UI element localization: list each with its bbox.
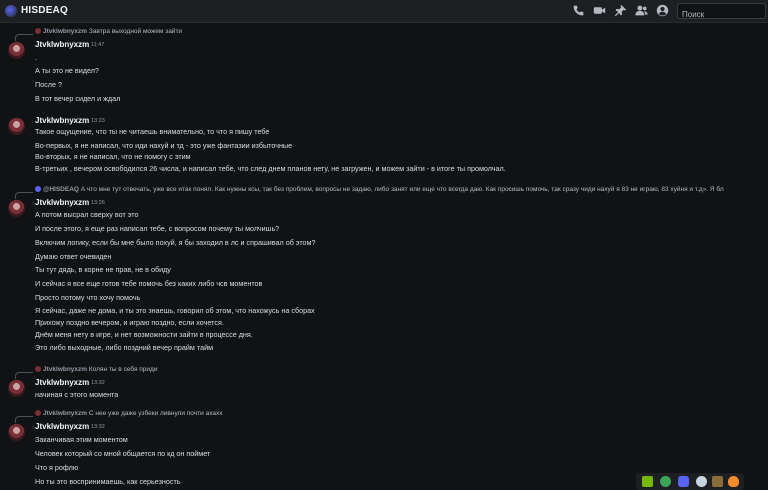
message-text: Включим логику, если бы мне было похуй, … bbox=[35, 238, 316, 247]
message-timestamp: 13:23 bbox=[91, 118, 105, 124]
channel-name: HISDEAQ bbox=[21, 5, 68, 16]
reply-preview[interactable]: Jtvklwbnyxzm С нее уже даже узбеки ливну… bbox=[35, 410, 223, 417]
message-author[interactable]: Jtvklwbnyxzm bbox=[35, 40, 89, 49]
message-text: Что я рофлю bbox=[35, 463, 79, 472]
taskbar-tray bbox=[636, 473, 744, 490]
fire-icon[interactable] bbox=[728, 476, 739, 487]
message-text: После ? bbox=[35, 80, 62, 89]
steam-icon[interactable] bbox=[696, 476, 707, 487]
search-input[interactable] bbox=[678, 7, 766, 22]
video-icon[interactable] bbox=[593, 4, 606, 17]
message-text: начиная с этого момента bbox=[35, 390, 119, 399]
reply-avatar-icon bbox=[35, 410, 41, 416]
avatar[interactable] bbox=[8, 424, 25, 441]
message-text: Во-вторых, я не написал, что не помогу с… bbox=[35, 152, 191, 161]
reply-avatar-icon bbox=[35, 366, 41, 372]
message-text: Заканчивая этим моментом bbox=[35, 435, 128, 444]
reply-preview[interactable]: Jtvklwbnyxzm Завтра выходной можем зайти bbox=[35, 28, 182, 35]
message-text: Прихожу поздно вечером, и играю поздно, … bbox=[35, 318, 224, 327]
message-text: А ты это не видел? bbox=[35, 66, 99, 75]
message-text: Думаю ответ очевиден bbox=[35, 252, 112, 261]
message-timestamp: 11:47 bbox=[91, 42, 105, 48]
avatar[interactable] bbox=[8, 118, 25, 135]
message-author[interactable]: Jtvklwbnyxzm bbox=[35, 116, 89, 125]
pin-icon[interactable] bbox=[614, 4, 627, 17]
user-profile-icon[interactable] bbox=[656, 4, 669, 17]
reply-avatar-icon bbox=[35, 186, 41, 192]
message-timestamp: 13:32 bbox=[91, 424, 105, 430]
message-text: Такое ощущение, что ты не читаешь внимат… bbox=[35, 127, 270, 136]
message-text: В тот вечер сидел и ждал bbox=[35, 94, 121, 103]
message-author[interactable]: Jtvklwbnyxzm bbox=[35, 422, 89, 431]
channel-header: HISDEAQ bbox=[0, 0, 768, 23]
avatar[interactable] bbox=[8, 42, 25, 59]
message-text: Во-первых, я не написал, что иди нахуй и… bbox=[35, 141, 293, 150]
message-text: Это либо выходные, либо поздний вечер пр… bbox=[35, 343, 214, 352]
avatar[interactable] bbox=[8, 380, 25, 397]
game-icon[interactable] bbox=[712, 476, 723, 487]
message-text: Но ты это воспринимаешь, как серьезность bbox=[35, 477, 181, 486]
message-text: Днём меня нету в игре, и нет возможности… bbox=[35, 330, 253, 339]
message-text: Я сейчас, даже не дома, и ты это знаешь,… bbox=[35, 306, 315, 315]
nvidia-icon[interactable] bbox=[642, 476, 653, 487]
message-text: И сейчас я все еще готов тебе помочь без… bbox=[35, 279, 263, 288]
message-text: Человек который со мной общается по кд о… bbox=[35, 449, 211, 458]
channel-avatar-icon bbox=[5, 5, 17, 17]
message-text: Ты тут дядь, в корне не прав, не в обиду bbox=[35, 265, 171, 274]
message-author[interactable]: Jtvklwbnyxzm bbox=[35, 198, 89, 207]
message-author[interactable]: Jtvklwbnyxzm bbox=[35, 378, 89, 387]
search-box[interactable] bbox=[677, 3, 766, 22]
members-icon[interactable] bbox=[635, 4, 648, 17]
reply-preview[interactable]: @HISDEAQ А что мне тут отвечать, уже все… bbox=[35, 186, 724, 193]
message-text: В-третьих , вечером освободился 26 числа… bbox=[35, 164, 506, 173]
reply-avatar-icon bbox=[35, 28, 41, 34]
avatar[interactable] bbox=[8, 200, 25, 217]
reply-preview[interactable]: Jtvklwbnyxzm Колян ты в себя приди bbox=[35, 366, 157, 373]
green-circle-icon[interactable] bbox=[660, 476, 671, 487]
message-timestamp: 13:26 bbox=[91, 200, 105, 206]
message-timestamp: 13:32 bbox=[91, 380, 105, 386]
message-text: Просто потому что хочу помочь bbox=[35, 293, 141, 302]
message-text: А потом высрал сверху вот это bbox=[35, 210, 139, 219]
phone-icon[interactable] bbox=[572, 4, 585, 17]
message-text: И после этого, я еще раз написал тебе, с… bbox=[35, 224, 280, 233]
discord-icon[interactable] bbox=[678, 476, 689, 487]
message-text: . bbox=[35, 53, 37, 62]
